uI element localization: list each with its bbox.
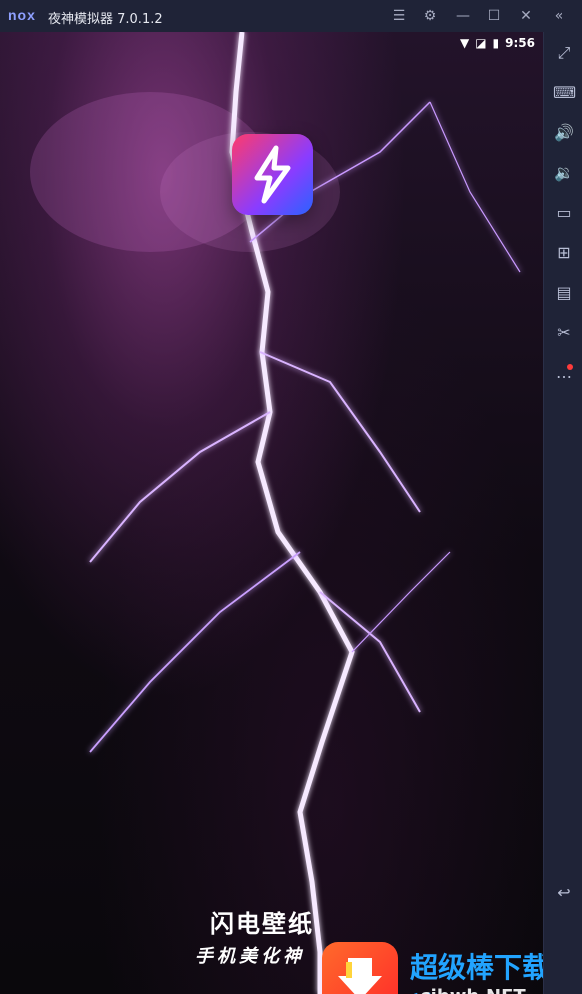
lightning-branch xyxy=(429,101,521,273)
lightning-branch xyxy=(89,411,271,563)
gear-icon[interactable]: ⚙ xyxy=(421,7,439,25)
close-icon[interactable]: ✕ xyxy=(517,7,535,25)
emulator-sidebar: ⤢ ⌨ 🔊 🔉 ▭ ⊞ ▤ ✂ … ↩ xyxy=(543,32,582,994)
lightning-icon xyxy=(254,145,291,204)
splash-title: 闪电壁纸 xyxy=(210,910,314,938)
status-time: 9:56 xyxy=(505,36,535,50)
more-icon[interactable]: … xyxy=(553,362,575,384)
wifi-icon: ▼ xyxy=(459,36,470,50)
notification-dot xyxy=(567,364,573,370)
nox-logo: nox xyxy=(8,7,36,23)
emulator-titlebar: nox 夜神模拟器 7.0.1.2 ☰ ⚙ — ☐ ✕ « xyxy=(0,0,582,32)
keyboard-icon[interactable]: ⌨ xyxy=(553,82,576,104)
lightning-branch xyxy=(259,351,421,513)
back-icon[interactable]: ↩ xyxy=(553,882,575,904)
lightning-branch xyxy=(319,591,421,713)
download-arrow-icon xyxy=(338,958,382,994)
download-icon xyxy=(322,942,398,994)
splash-subtitle: 手机美化神 xyxy=(195,946,305,967)
scissors-icon[interactable]: ✂ xyxy=(553,322,575,344)
lightning-branch xyxy=(351,551,451,653)
lightning-branch xyxy=(89,551,301,753)
watermark-subtitle: cjbwh.NET xyxy=(420,986,526,994)
minimize-icon[interactable]: — xyxy=(454,7,472,25)
window-title: 夜神模拟器 7.0.1.2 xyxy=(48,12,163,27)
screen-icon[interactable]: ▭ xyxy=(553,202,575,224)
android-screen[interactable]: ▼ ◪ ▮ 9:56 闪电壁纸 手机美化神 超级棒下载站 cjbwh.NET xyxy=(0,32,543,994)
fullscreen-icon[interactable]: ⤢ xyxy=(553,42,575,64)
volume-down-icon[interactable]: 🔉 xyxy=(553,162,575,184)
site-watermark: 超级棒下载站 cjbwh.NET xyxy=(322,938,543,994)
app-icon xyxy=(232,134,313,215)
maximize-icon[interactable]: ☐ xyxy=(485,7,503,25)
collapse-sidebar-icon[interactable]: « xyxy=(550,7,568,25)
apk-install-icon[interactable]: ⊞ xyxy=(553,242,575,264)
no-sim-icon: ◪ xyxy=(475,36,487,50)
android-status-bar: ▼ ◪ ▮ 9:56 xyxy=(460,36,535,50)
volume-up-icon[interactable]: 🔊 xyxy=(553,122,575,144)
menu-icon[interactable]: ☰ xyxy=(390,7,408,25)
multi-instance-icon[interactable]: ▤ xyxy=(553,282,575,304)
battery-icon: ▮ xyxy=(492,36,500,50)
